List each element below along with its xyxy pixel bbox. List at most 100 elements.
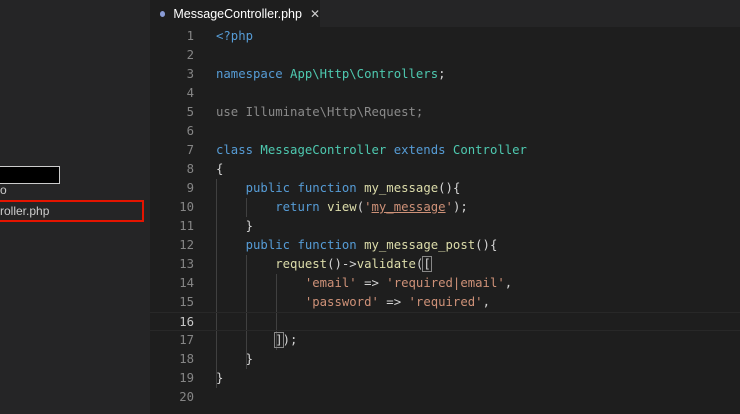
- code-line[interactable]: 3 namespace App\Http\Controllers;: [150, 65, 740, 84]
- code-token: my_message_post: [364, 238, 476, 252]
- code-line[interactable]: 18 }: [150, 350, 740, 369]
- line-number: 8: [186, 162, 194, 176]
- explorer-file-highlighted[interactable]: roller.php: [0, 200, 144, 222]
- code-token: ;: [438, 67, 446, 81]
- code-token: extends: [393, 143, 453, 157]
- code-token: Illuminate\Http\: [245, 105, 365, 119]
- code-token: view: [327, 200, 357, 214]
- code-token: ': [364, 200, 372, 214]
- line-number: 2: [186, 48, 194, 62]
- code-line[interactable]: 7 class MessageController extends Control…: [150, 141, 740, 160]
- code-token: public: [245, 181, 298, 195]
- code-line[interactable]: 2: [150, 46, 740, 65]
- code-text: }: [216, 217, 253, 236]
- code-line[interactable]: 19}: [150, 369, 740, 388]
- code-token: 'required': [408, 295, 483, 309]
- code-token: }: [216, 219, 254, 233]
- code-token: Request: [364, 105, 416, 119]
- tab-message-controller[interactable]: MessageController.php ✕: [150, 0, 320, 27]
- close-icon[interactable]: ✕: [310, 7, 320, 21]
- code-token: validate: [356, 257, 416, 271]
- code-line[interactable]: 11 }: [150, 217, 740, 236]
- line-number: 13: [179, 257, 194, 271]
- code-text: class MessageController extends Controll…: [216, 141, 527, 160]
- line-number: 18: [179, 352, 194, 366]
- code-text: public function my_message(){: [216, 179, 461, 198]
- code-token: Controller: [452, 143, 527, 157]
- line-number: 3: [186, 67, 194, 81]
- code-line[interactable]: 12 public function my_message_post(){: [150, 236, 740, 255]
- code-token: [: [422, 256, 432, 272]
- code-line[interactable]: 20: [150, 388, 740, 407]
- code-token: my_message: [364, 181, 439, 195]
- code-line[interactable]: 16: [150, 312, 740, 331]
- code-token: =>: [356, 276, 387, 290]
- code-token: ;: [415, 105, 424, 119]
- code-line[interactable]: 8{: [150, 160, 740, 179]
- redacted-folder-name: [0, 166, 60, 184]
- code-text: {: [216, 160, 223, 179]
- code-text: }: [216, 369, 223, 388]
- code-text: use Illuminate\Http\Request;: [216, 103, 423, 122]
- code-line[interactable]: 10 return view('my_message');: [150, 198, 740, 217]
- code-token: 'required|email': [386, 276, 505, 290]
- code-line[interactable]: 4: [150, 84, 740, 103]
- code-token: 'password': [304, 295, 379, 309]
- code-token: );: [282, 333, 298, 347]
- code-token: namespace: [216, 67, 291, 81]
- line-number: 12: [179, 238, 194, 252]
- code-line[interactable]: 13 request()->validate([: [150, 255, 740, 274]
- code-token: (: [356, 200, 365, 214]
- code-line[interactable]: 9 public function my_message(){: [150, 179, 740, 198]
- code-text: return view('my_message');: [216, 198, 468, 217]
- line-number: 1: [186, 29, 194, 43]
- code-text: 'password' => 'required',: [216, 293, 490, 312]
- code-token: use: [216, 105, 246, 119]
- code-token: );: [452, 200, 468, 214]
- code-token: }: [216, 371, 224, 385]
- code-token: 'email': [304, 276, 357, 290]
- code-text: namespace App\Http\Controllers;: [216, 65, 446, 84]
- line-number: 17: [179, 333, 194, 347]
- php-file-icon: [160, 10, 166, 17]
- code-text: 'email' => 'required|email',: [216, 274, 512, 293]
- explorer-item-partial[interactable]: o: [0, 183, 7, 197]
- line-number: 10: [179, 200, 194, 214]
- tab-label: MessageController.php: [173, 6, 302, 21]
- line-number: 11: [179, 219, 194, 233]
- code-token: ': [445, 200, 453, 214]
- explorer-sidebar: o roller.php: [0, 0, 150, 414]
- code-editor[interactable]: 1 <?php 2 3 namespace App\Http\Controllers; 4…: [150, 27, 740, 414]
- code-token: ()->: [327, 257, 357, 271]
- code-text: request()->validate([: [216, 255, 432, 274]
- code-token: App\Http\Controllers: [290, 67, 439, 81]
- code-token: =>: [378, 295, 409, 309]
- code-line[interactable]: 5 use Illuminate\Http\Request;: [150, 103, 740, 122]
- line-number: 6: [186, 124, 194, 138]
- code-line[interactable]: 14 'email' => 'required|email',: [150, 274, 740, 293]
- line-number: 7: [186, 143, 194, 157]
- code-token: function: [297, 238, 365, 252]
- code-line[interactable]: 1 <?php: [150, 27, 740, 46]
- line-number: 20: [179, 390, 194, 404]
- code-line[interactable]: 6: [150, 122, 740, 141]
- code-token: }: [216, 352, 254, 366]
- code-token: my_message: [371, 200, 446, 214]
- line-number: 4: [186, 86, 194, 100]
- code-token: ,: [504, 276, 513, 290]
- code-line[interactable]: 17 ]);: [150, 331, 740, 350]
- code-token: (){: [475, 238, 498, 252]
- line-number: 15: [179, 295, 194, 309]
- code-line[interactable]: 15 'password' => 'required',: [150, 293, 740, 312]
- code-token: MessageController: [260, 143, 394, 157]
- code-token: ,: [482, 295, 490, 309]
- line-number: 16: [179, 315, 194, 329]
- line-number: 14: [179, 276, 194, 290]
- code-token: function: [297, 181, 365, 195]
